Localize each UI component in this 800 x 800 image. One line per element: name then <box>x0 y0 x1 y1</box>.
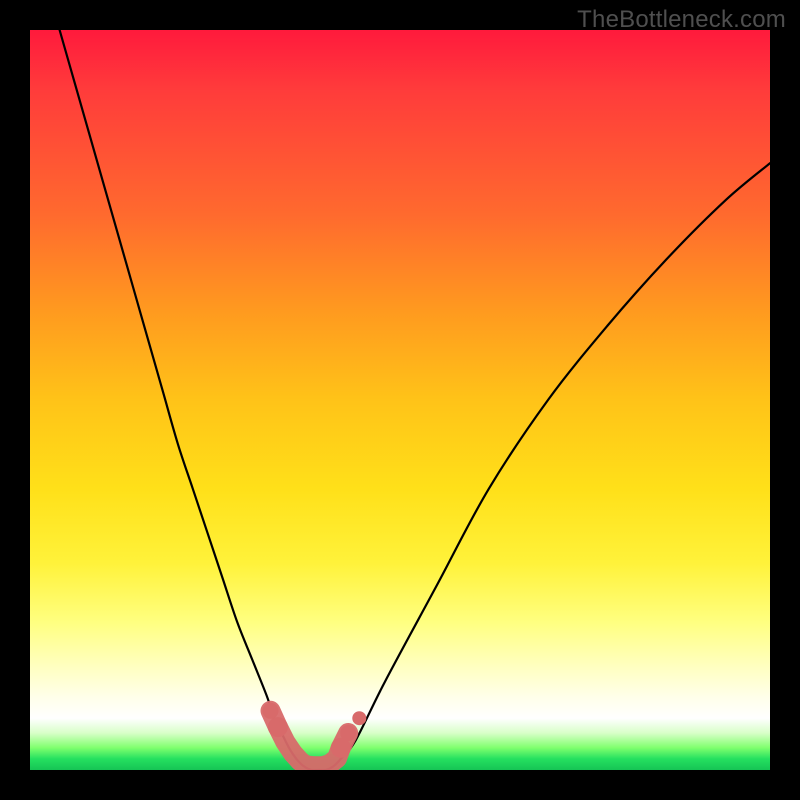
plot-area <box>30 30 770 770</box>
optimum-dot <box>340 725 356 741</box>
curve-svg <box>30 30 770 770</box>
optimum-markers <box>263 703 367 767</box>
optimum-dot <box>263 703 279 719</box>
optimum-dot-outlier <box>352 711 366 725</box>
bottleneck-curve <box>60 30 770 770</box>
optimum-dot <box>268 717 288 737</box>
chart-frame: TheBottleneck.com <box>0 0 800 800</box>
